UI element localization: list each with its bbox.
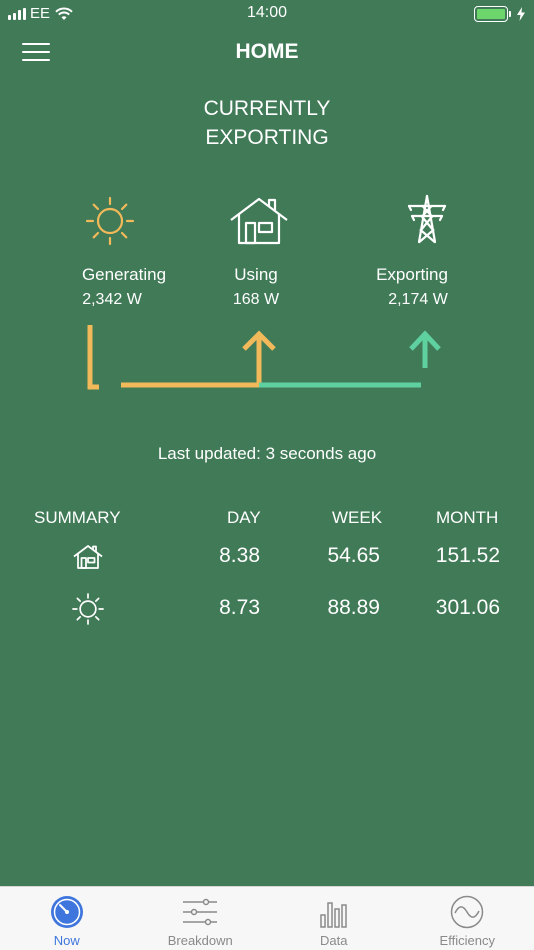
month-header: MONTH	[436, 508, 499, 527]
status-headline: CURRENTLY EXPORTING	[0, 94, 534, 152]
summary-usage-day: 8.38	[219, 544, 260, 567]
using-label: Using	[234, 265, 278, 284]
summary-generation-day: 8.73	[219, 596, 260, 619]
energy-flow-diagram	[87, 325, 441, 390]
battery-icon	[474, 6, 511, 22]
summary-generation-week: 88.89	[327, 596, 380, 619]
headline-line-2: EXPORTING	[205, 126, 329, 149]
week-header: WEEK	[332, 508, 383, 527]
generating-value: 2,342 W	[82, 291, 142, 308]
sun-icon	[85, 196, 135, 246]
headline-line-1: CURRENTLY	[203, 97, 331, 120]
generation-flow-line	[87, 325, 99, 390]
tab-bar: Now Breakdown Data Efficiency	[0, 886, 534, 950]
status-time: 14:00	[246, 4, 288, 21]
home-flow-line	[121, 337, 262, 388]
sun-icon	[72, 593, 104, 625]
summary-generation-month: 301.06	[435, 596, 500, 619]
tab-efficiency[interactable]: Efficiency	[401, 887, 534, 950]
sliders-icon	[183, 898, 218, 926]
tab-now[interactable]: Now	[0, 887, 134, 950]
tab-breakdown[interactable]: Breakdown	[134, 887, 268, 950]
exporting-value: 2,174 W	[388, 291, 448, 308]
exporting-label: Exporting	[376, 265, 448, 284]
tab-efficiency-label: Efficiency	[439, 933, 495, 948]
tab-now-label: Now	[53, 933, 80, 948]
charging-bolt-icon	[517, 7, 525, 21]
house-icon	[230, 197, 288, 245]
summary-usage-month: 151.52	[435, 544, 500, 567]
tab-breakdown-label: Breakdown	[167, 933, 233, 948]
bar-chart-icon	[320, 902, 347, 928]
summary-header: SUMMARY	[34, 508, 121, 527]
page-title: HOME	[235, 40, 299, 63]
wave-icon	[451, 895, 484, 929]
tab-data-label: Data	[320, 933, 348, 948]
day-header: DAY	[227, 508, 261, 527]
house-icon	[73, 545, 103, 569]
generating-label: Generating	[81, 265, 167, 284]
last-updated-text: Last updated: 3 seconds ago	[157, 444, 377, 463]
status-right	[474, 6, 526, 22]
tab-data[interactable]: Data	[267, 887, 401, 950]
pylon-icon	[407, 194, 447, 244]
gauge-icon	[50, 896, 83, 928]
using-value: 168 W	[232, 291, 280, 308]
status-bar: EE 14:00	[0, 0, 534, 28]
summary-usage-week: 54.65	[327, 544, 380, 567]
